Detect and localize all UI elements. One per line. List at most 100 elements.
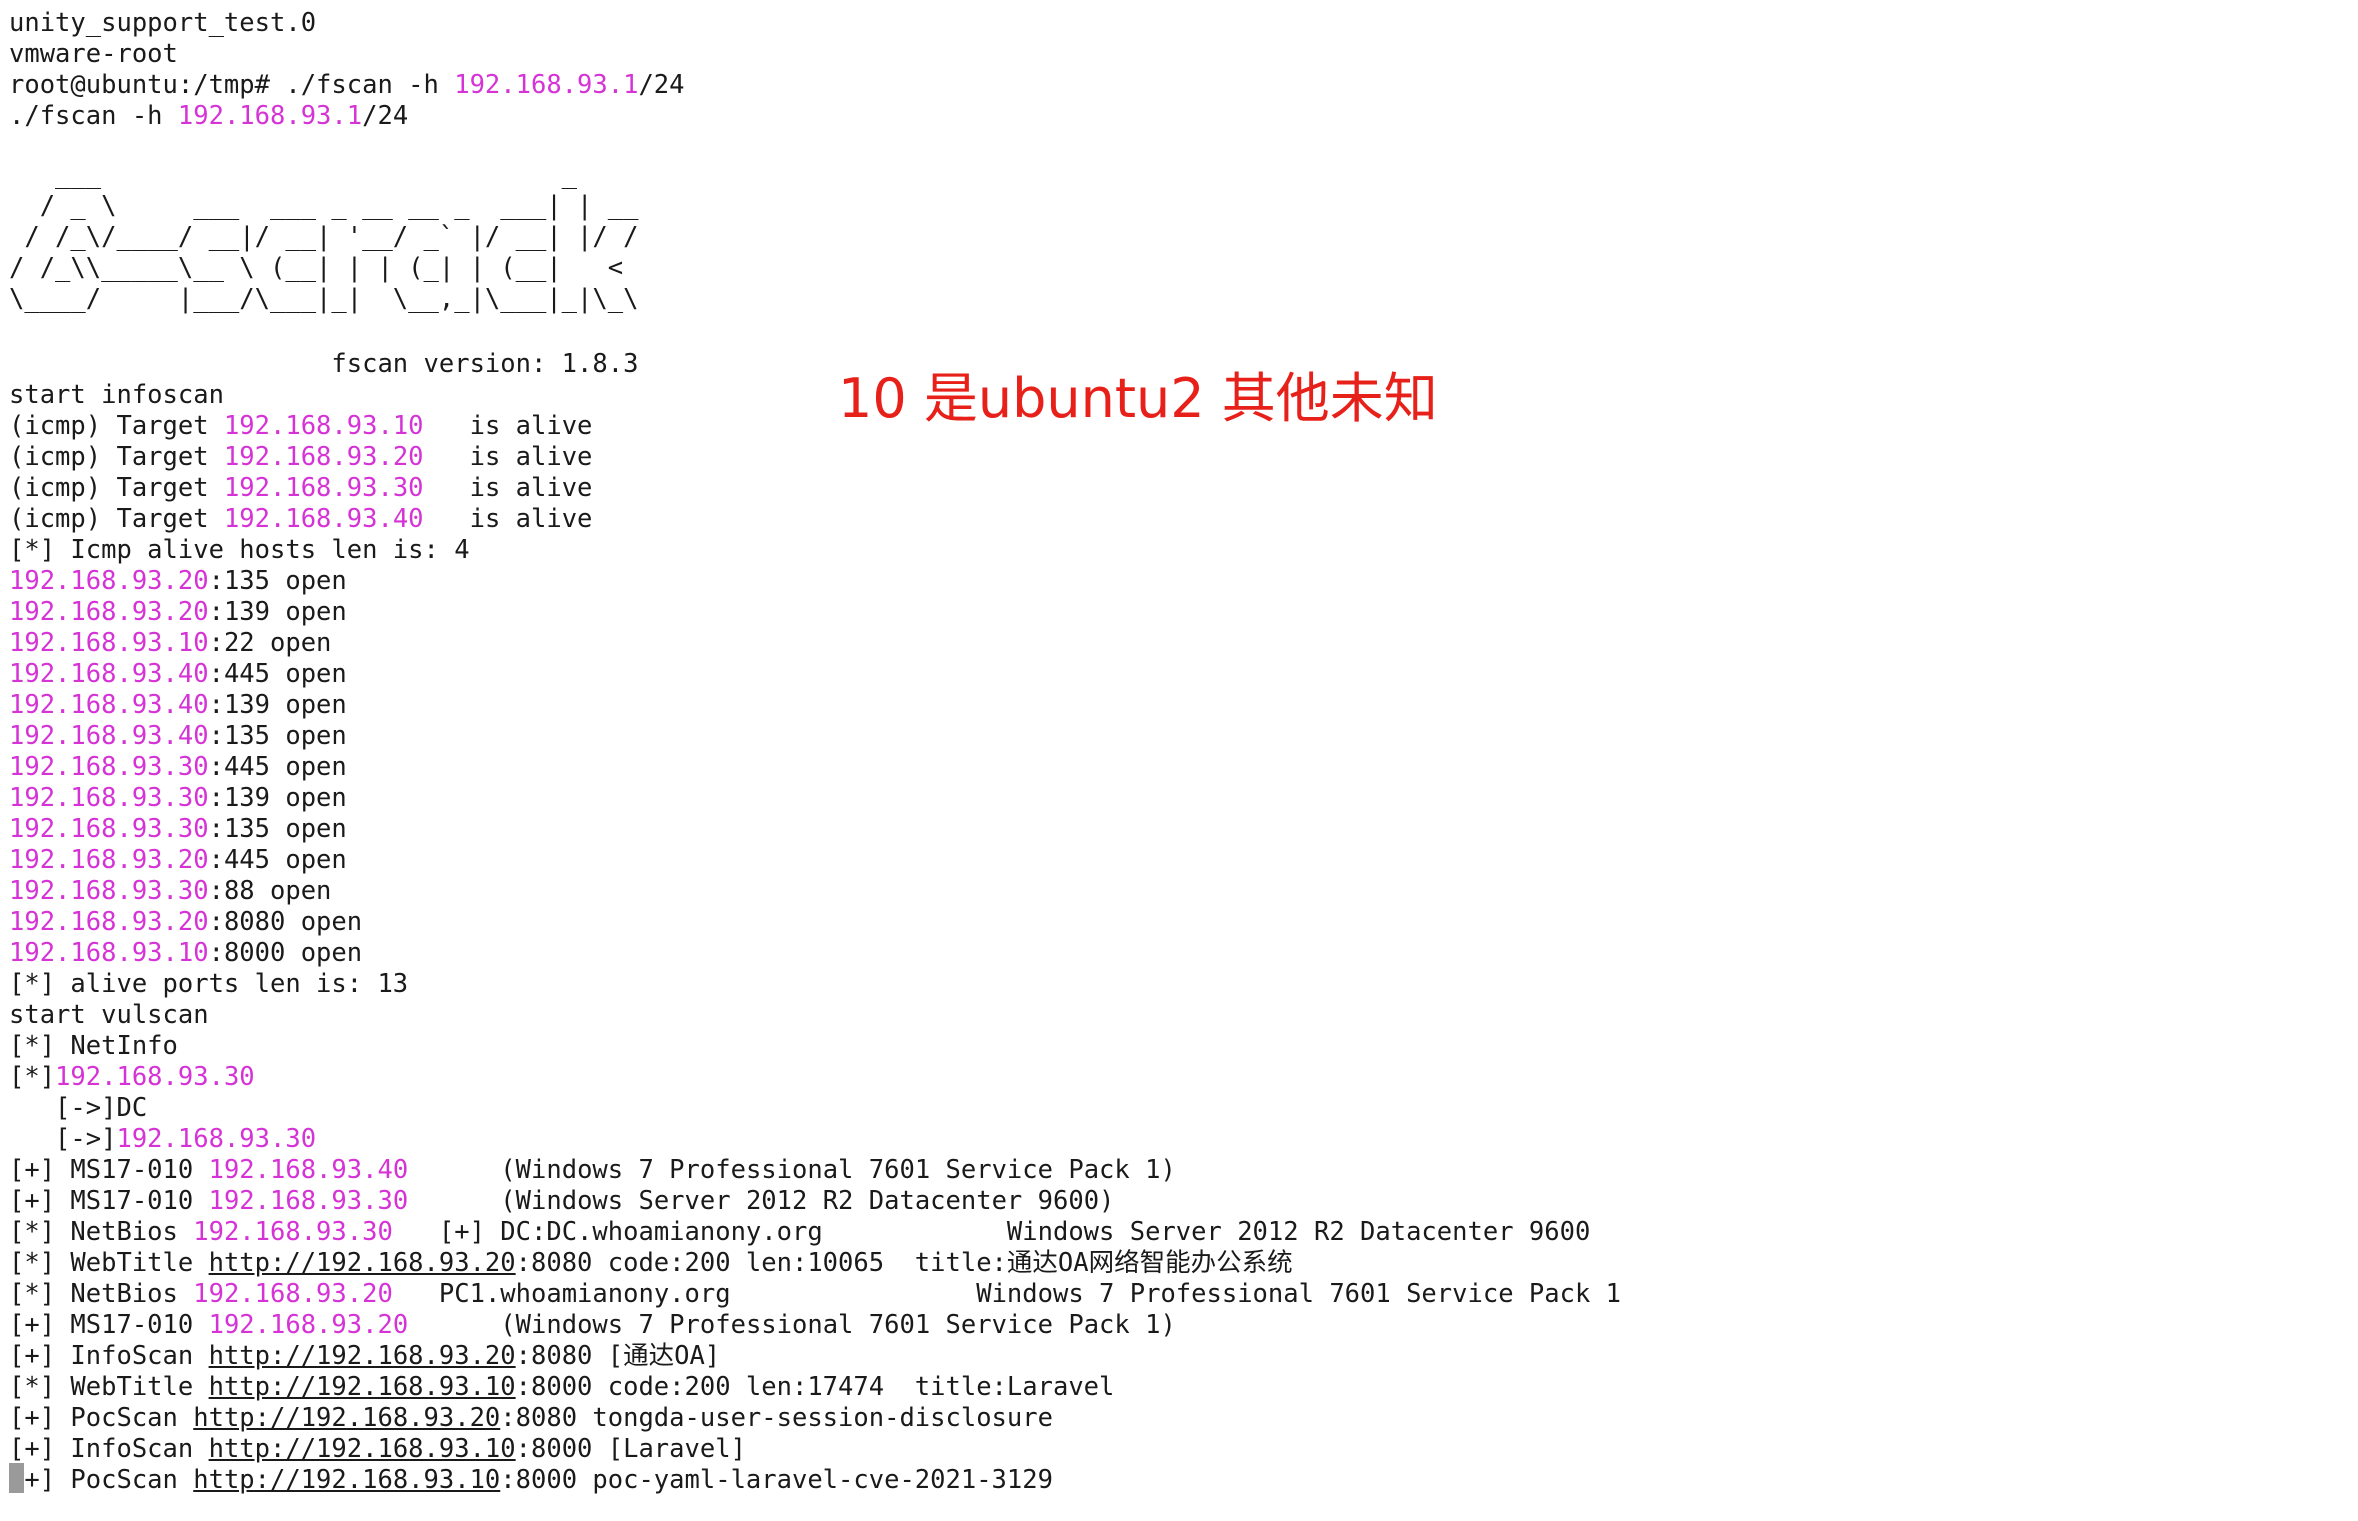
ip-address: 192.168.93.10 — [223, 411, 424, 441]
line-text: :8000 poc-yaml-laravel-cve-2021-3129 — [500, 1465, 1053, 1495]
line-text: [*] NetInfo — [9, 1031, 178, 1061]
terminal-line: [*] WebTitle http://192.168.93.10:8000 c… — [9, 1372, 1621, 1403]
line-text: :135 open — [208, 721, 347, 751]
terminal-line: 192.168.93.30:135 open — [9, 814, 1621, 845]
line-text: [->] — [9, 1124, 117, 1154]
ip-address: 192.168.93.30 — [9, 814, 209, 844]
terminal-line: [*] NetBios 192.168.93.20 PC1.whoamianon… — [9, 1279, 1621, 1310]
line-text: :139 open — [208, 690, 347, 720]
terminal-line: unity_support_test.0 — [9, 8, 1621, 39]
terminal-line: root@ubuntu:/tmp# ./fscan -h 192.168.93.… — [9, 70, 1621, 101]
line-text: start vulscan — [9, 1000, 209, 1030]
line-text: :135 open — [208, 814, 347, 844]
url-link[interactable]: http://192.168.93.10 — [193, 1465, 500, 1495]
line-text: [*] NetBios — [9, 1279, 194, 1309]
terminal-line: 192.168.93.40:135 open — [9, 721, 1621, 752]
line-text: is alive — [423, 473, 593, 503]
terminal-line: 192.168.93.20:445 open — [9, 845, 1621, 876]
terminal-line: 192.168.93.10:22 open — [9, 628, 1621, 659]
url-link[interactable]: http://192.168.93.20 — [193, 1403, 500, 1433]
line-text: [->]DC — [9, 1093, 148, 1123]
line-text: :445 open — [208, 752, 347, 782]
scan-results: start infoscan (icmp) Target 192.168.93.1… — [9, 380, 1621, 1496]
line-text: [+] PocScan — [9, 1465, 194, 1495]
line-text: is alive — [423, 504, 593, 534]
line-text: ./fscan -h — [9, 101, 178, 131]
ip-address: 192.168.93.40 — [9, 659, 209, 689]
terminal-line: ./fscan -h 192.168.93.1/24 — [9, 101, 1621, 132]
line-text: unity_support_test.0 — [9, 8, 317, 38]
ip-address: 192.168.93.10 — [9, 938, 209, 968]
line-text: /24 — [638, 70, 685, 100]
terminal-line: 192.168.93.20:135 open — [9, 566, 1621, 597]
ip-address: 192.168.93.20 — [193, 1279, 393, 1309]
terminal-line: start vulscan — [9, 1000, 1621, 1031]
terminal-line: (icmp) Target 192.168.93.40 is alive — [9, 504, 1621, 535]
url-link[interactable]: http://192.168.93.10 — [209, 1372, 516, 1402]
annotation-note: 10 是ubuntu2 其他未知 — [838, 367, 1438, 430]
line-text: is alive — [423, 411, 593, 441]
ip-address: 192.168.93.30 — [208, 1186, 409, 1216]
ip-address: 192.168.93.1 — [177, 101, 363, 131]
line-text: :445 open — [208, 659, 347, 689]
url-link[interactable]: http://192.168.93.20 — [209, 1248, 516, 1278]
ip-address: 192.168.93.20 — [9, 907, 209, 937]
terminal-line: [+] InfoScan http://192.168.93.20:8080 [… — [9, 1341, 1621, 1372]
line-text: [+] MS17-010 — [9, 1155, 209, 1185]
line-text: /24 — [362, 101, 409, 131]
ip-address: 192.168.93.30 — [9, 783, 209, 813]
terminal-line: [*] alive ports len is: 13 — [9, 969, 1621, 1000]
ip-address: 192.168.93.30 — [116, 1124, 317, 1154]
terminal-line: [+] PocScan http://192.168.93.10:8000 po… — [9, 1465, 1621, 1496]
ip-address: 192.168.93.40 — [208, 1155, 409, 1185]
terminal-line: 192.168.93.10:8000 open — [9, 938, 1621, 969]
ip-address: 192.168.93.30 — [9, 752, 209, 782]
line-text: [*] WebTitle — [9, 1248, 209, 1278]
terminal-line: 192.168.93.20:8080 open — [9, 907, 1621, 938]
ip-address: 192.168.93.40 — [9, 690, 209, 720]
line-text: [*] WebTitle — [9, 1372, 209, 1402]
line-text: (icmp) Target — [9, 504, 224, 534]
ip-address: 192.168.93.10 — [9, 628, 209, 658]
line-text: (Windows 7 Professional 7601 Service Pac… — [408, 1310, 1176, 1340]
line-text: vmware-root — [9, 39, 178, 69]
terminal-line: [*] NetBios 192.168.93.30 [+] DC:DC.whoa… — [9, 1217, 1621, 1248]
ip-address: 192.168.93.30 — [55, 1062, 255, 1092]
line-text: :8080 code:200 len:10065 title:通达OA网络智能办… — [515, 1248, 1293, 1278]
terminal-line: [+] MS17-010 192.168.93.20 (Windows 7 Pr… — [9, 1310, 1621, 1341]
terminal-line: [*] NetInfo — [9, 1031, 1621, 1062]
terminal-line: 192.168.93.20:139 open — [9, 597, 1621, 628]
ip-address: 192.168.93.30 — [193, 1217, 393, 1247]
terminal-line: 192.168.93.40:445 open — [9, 659, 1621, 690]
line-text: is alive — [423, 442, 593, 472]
line-text: [+] DC:DC.whoamianony.org Windows Server… — [392, 1217, 1591, 1247]
line-text: [+] MS17-010 — [9, 1186, 209, 1216]
line-text: :445 open — [208, 845, 347, 875]
url-link[interactable]: http://192.168.93.20 — [209, 1341, 516, 1371]
line-text: [+] InfoScan — [9, 1434, 209, 1464]
line-text: root@ubuntu:/tmp# ./fscan -h — [9, 70, 455, 100]
fscan-ascii-logo: ___ _ / _ \ ___ ___ _ __ __ _ ___| | __ … — [9, 160, 639, 314]
terminal-line: [*]192.168.93.30 — [9, 1062, 1621, 1093]
ip-address: 192.168.93.30 — [9, 876, 209, 906]
ip-address: 192.168.93.40 — [223, 504, 424, 534]
terminal-line: [*] WebTitle http://192.168.93.20:8080 c… — [9, 1248, 1621, 1279]
line-text: :8000 [Laravel] — [515, 1434, 746, 1464]
line-text: (icmp) Target — [9, 442, 224, 472]
terminal-line: [->]DC — [9, 1093, 1621, 1124]
line-text: [*] alive ports len is: 13 — [9, 969, 409, 999]
terminal-line: [+] PocScan http://192.168.93.20:8080 to… — [9, 1403, 1621, 1434]
terminal-cursor[interactable] — [9, 1463, 24, 1493]
line-text: :139 open — [208, 783, 347, 813]
ip-address: 192.168.93.20 — [223, 442, 424, 472]
line-text: :8080 open — [208, 907, 363, 937]
ip-address: 192.168.93.20 — [208, 1310, 409, 1340]
terminal-line: vmware-root — [9, 39, 1621, 70]
terminal-line: (icmp) Target 192.168.93.20 is alive — [9, 442, 1621, 473]
line-text: start infoscan — [9, 380, 224, 410]
url-link[interactable]: http://192.168.93.10 — [209, 1434, 516, 1464]
ip-address: 192.168.93.1 — [454, 70, 639, 100]
line-text: :8000 code:200 len:17474 title:Laravel — [515, 1372, 1115, 1402]
line-text: :8080 tongda-user-session-disclosure — [500, 1403, 1053, 1433]
line-text: :8000 open — [208, 938, 363, 968]
